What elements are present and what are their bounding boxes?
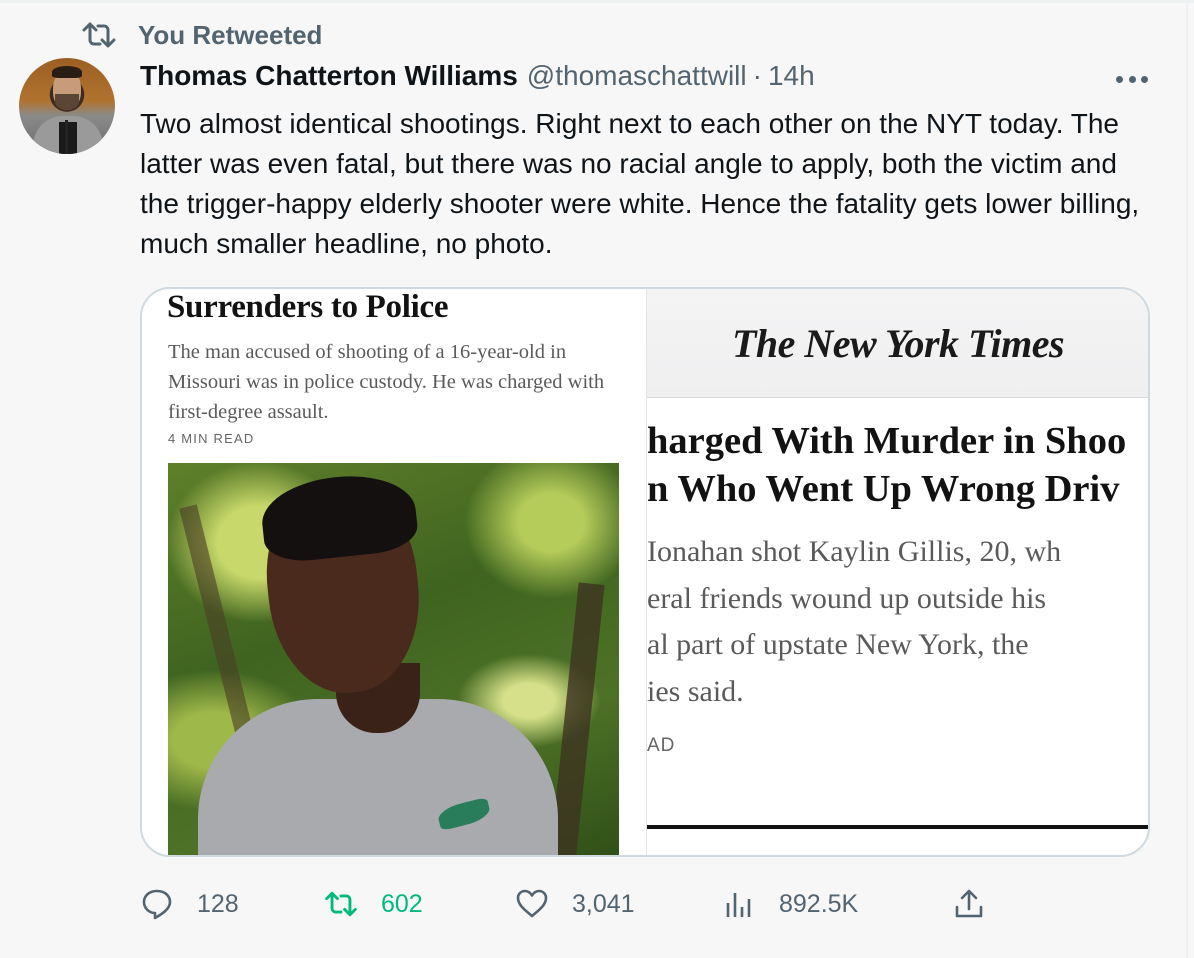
- media-image-right[interactable]: The New York Times harged With Murder in…: [646, 289, 1148, 855]
- article-summary: Ionahan shot Kaylin Gillis, 20, wh eral …: [647, 529, 1148, 715]
- retweet-icon: [82, 22, 116, 48]
- share-icon: [955, 889, 983, 918]
- more-icon-dot: [1128, 75, 1136, 83]
- summary-line: al part of upstate New York, the: [647, 628, 1029, 661]
- nyt-logo: The New York Times: [731, 320, 1065, 366]
- tweet-text: Two almost identical shootings. Right ne…: [140, 108, 1147, 259]
- summary-line: Ionahan shot Kaylin Gillis, 20, wh: [647, 535, 1062, 568]
- nyt-masthead: The New York Times: [647, 289, 1148, 398]
- retweet-context-label: You Retweeted: [138, 19, 323, 50]
- heart-icon: [516, 889, 548, 918]
- author-name[interactable]: Thomas Chatterton Williams: [140, 60, 518, 92]
- reply-count: 128: [197, 889, 239, 918]
- retweet-count: 602: [381, 889, 423, 918]
- tweet-header: Thomas Chatterton Williams @thomaschattw…: [140, 60, 815, 92]
- retweet-icon: [325, 891, 357, 917]
- tweet-actions: 128 602 3,041 892.5K: [140, 884, 1000, 924]
- more-icon-dot: [1116, 75, 1123, 83]
- views-count: 892.5K: [779, 889, 859, 918]
- reply-icon: [142, 889, 172, 920]
- author-handle[interactable]: @thomaschattwill: [527, 60, 747, 92]
- timestamp[interactable]: 14h: [768, 60, 815, 92]
- like-count: 3,041: [572, 889, 635, 918]
- reply-button[interactable]: 128: [140, 884, 239, 924]
- views-button[interactable]: 892.5K: [722, 884, 858, 924]
- section-rule: [647, 825, 1148, 829]
- article-summary: The man accused of shooting of a 16-year…: [168, 341, 605, 423]
- article-headline: Surrenders to Police: [167, 289, 449, 325]
- retweet-button[interactable]: 602: [324, 884, 423, 924]
- headline-line: harged With Murder in Shoo: [647, 420, 1127, 462]
- summary-line: eral friends wound up outside his: [647, 581, 1047, 615]
- article-photo: [168, 463, 619, 855]
- separator-dot: ·: [752, 60, 762, 91]
- headline-line: n Who Went Up Wrong Driv: [647, 468, 1120, 510]
- article-headline: harged With Murder in Shoo n Who Went Up…: [647, 417, 1148, 513]
- retweet-context: You Retweeted: [82, 18, 322, 52]
- share-button[interactable]: [952, 884, 986, 924]
- like-button[interactable]: 3,041: [515, 884, 635, 924]
- more-icon-dot: [1141, 75, 1148, 83]
- avatar[interactable]: [19, 58, 115, 154]
- views-icon: [726, 893, 751, 917]
- media-image-left[interactable]: Surrenders to Police The man accused of …: [142, 289, 646, 855]
- right-divider: [1186, 0, 1188, 958]
- summary-line: ies said.: [647, 674, 744, 708]
- more-options-button[interactable]: [1116, 72, 1148, 86]
- article-read-time: 4 MIN READ: [168, 431, 255, 446]
- tweet-media[interactable]: Surrenders to Police The man accused of …: [140, 287, 1150, 857]
- top-divider: [0, 0, 1194, 3]
- article-read-time: AD: [647, 735, 676, 756]
